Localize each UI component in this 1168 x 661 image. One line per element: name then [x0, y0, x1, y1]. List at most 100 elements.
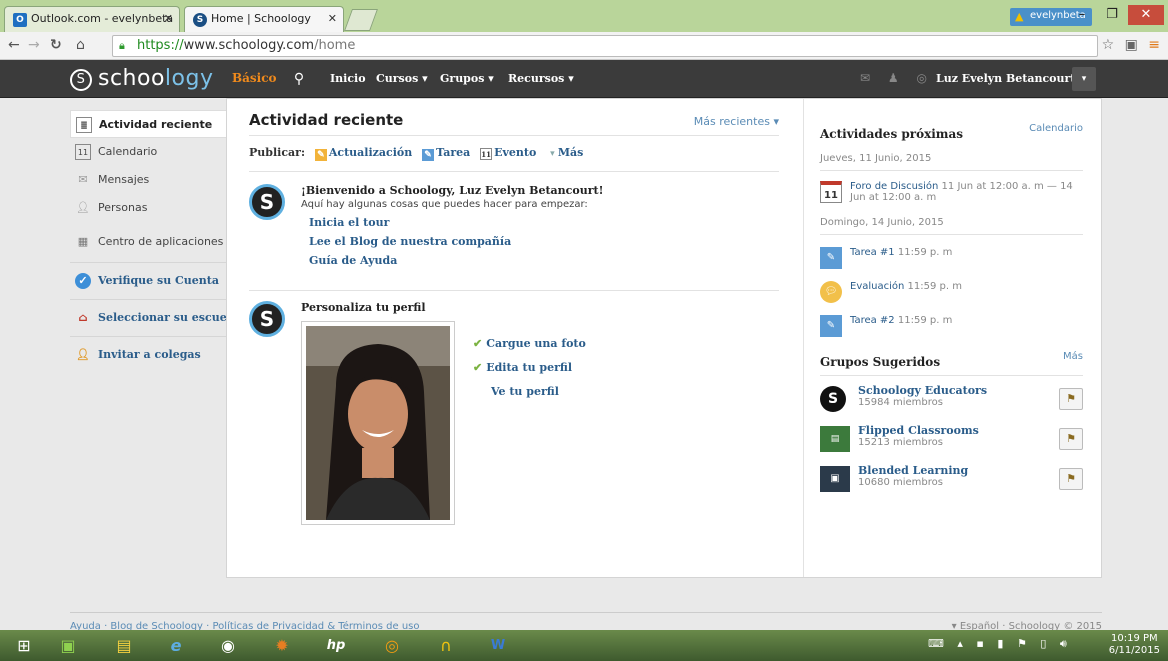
group-name[interactable]: Blended Learning	[858, 464, 1083, 477]
upcoming-event[interactable]: 11 Foro de Discusión 11 Jun at 12:00 a. …	[820, 181, 1083, 203]
group-name[interactable]: Schoology Educators	[858, 384, 1083, 397]
close-window-icon[interactable]: ✕	[1128, 5, 1164, 25]
tour-link[interactable]: Inicia el tour	[309, 216, 779, 229]
mode-label[interactable]: Básico	[226, 60, 285, 98]
file-explorer-icon[interactable]: ▤	[104, 632, 144, 659]
sidebar-item-invitar[interactable]: 👤︎ Invitar a colegas	[70, 341, 228, 369]
site-header: Sschoology Básico ⚲ Inicio Cursos ▾ Grup…	[0, 60, 1168, 98]
nav-recursos[interactable]: Recursos ▾	[508, 72, 574, 85]
hp-icon[interactable]: hp	[316, 632, 356, 659]
portrait-illustration	[306, 326, 450, 520]
url-field[interactable]: 🔒︎ https://www.schoology.com/home	[112, 35, 1098, 57]
join-group-button[interactable]: ⚑	[1059, 388, 1083, 410]
user-menu-chevron-icon[interactable]: ▾	[1072, 67, 1096, 91]
chrome-icon[interactable]: ◎	[372, 632, 412, 659]
word-icon[interactable]: W	[478, 632, 518, 659]
divider	[249, 290, 779, 291]
sidebar-item-escuela[interactable]: ⌂ Seleccionar su escuela	[70, 304, 238, 332]
forward-icon[interactable]: →	[28, 37, 40, 53]
back-icon[interactable]: ←	[8, 37, 20, 53]
store-icon[interactable]: ▣	[48, 632, 88, 659]
address-bar: ← → ↻ ⌂ 🔒︎ https://www.schoology.com/hom…	[0, 32, 1168, 60]
requests-icon[interactable]: ♟	[888, 71, 899, 85]
keyboard-icon[interactable]: ⌨	[928, 637, 944, 650]
bookmark-star-icon[interactable]: ☆	[1102, 37, 1115, 53]
sidebar-item-label: Verifique su Cuenta	[98, 274, 219, 287]
help-link[interactable]: Guía de Ayuda	[309, 254, 779, 267]
menu-icon[interactable]: ≡	[1148, 37, 1160, 53]
event-name[interactable]: Evaluación	[850, 281, 904, 292]
sidebar-item-calendario[interactable]: 11 Calendario	[70, 138, 228, 166]
media-icon[interactable]: ◉	[208, 632, 248, 659]
profile-photo[interactable]	[301, 321, 455, 525]
upload-photo-link[interactable]: ✔ Cargue una foto	[473, 337, 586, 350]
restore-icon[interactable]: ❐	[1098, 5, 1126, 25]
join-group-button[interactable]: ⚑	[1059, 428, 1083, 450]
main-panel: Actividad reciente Más recientes ▾ Publi…	[226, 98, 1102, 578]
signal-icon[interactable]: ▮	[997, 637, 1003, 650]
publish-more-button[interactable]: ▾ Más	[550, 146, 583, 159]
flag-icon[interactable]: ⚑	[1017, 637, 1027, 650]
group-name[interactable]: Flipped Classrooms	[858, 424, 1083, 437]
calendar-link[interactable]: Calendario	[1029, 123, 1083, 134]
internet-explorer-icon[interactable]: e	[156, 632, 196, 659]
sidebar-item-apps[interactable]: ▦ Centro de aplicaciones	[70, 228, 228, 256]
sidebar-item-label: Actividad reciente	[99, 118, 213, 131]
group-members: 10680 miembros	[858, 477, 943, 488]
network-icon[interactable]: ▪	[976, 637, 983, 650]
welcome-post: S ¡Bienvenido a Schoology, Luz Evelyn Be…	[249, 184, 779, 284]
blog-link[interactable]: Lee el Blog de nuestra compañía	[309, 235, 779, 248]
new-tab-button[interactable]	[343, 9, 379, 31]
sidebar-item-personas[interactable]: 👤︎ Personas	[70, 194, 228, 222]
event-name[interactable]: Tarea #1	[850, 247, 895, 258]
sidebar-item-mensajes[interactable]: ✉ Mensajes	[70, 166, 228, 194]
publish-event-button[interactable]: 11 Evento	[480, 146, 536, 160]
clock-time: 10:19 PM	[1111, 633, 1158, 644]
upcoming-event[interactable]: ✎ Tarea #2 11:59 p. m	[820, 315, 1083, 337]
close-tab-icon[interactable]: ✕	[328, 12, 337, 25]
sidebar-divider	[70, 336, 228, 337]
headphones-icon[interactable]: ∩	[426, 632, 466, 659]
nav-cursos[interactable]: Cursos ▾	[376, 72, 428, 85]
sort-dropdown[interactable]: Más recientes ▾	[694, 115, 779, 128]
nav-grupos[interactable]: Grupos ▾	[440, 72, 494, 85]
publish-update-button[interactable]: ✎ Actualización	[314, 146, 412, 161]
sidebar-item-verificar[interactable]: ✓ Verifique su Cuenta	[70, 267, 228, 295]
close-tab-icon[interactable]: ✕	[164, 12, 173, 25]
reload-icon[interactable]: ↻	[50, 37, 62, 53]
photo-app-icon[interactable]: ✹	[262, 632, 302, 659]
logo-s-icon: S	[70, 69, 92, 91]
upcoming-event[interactable]: 💬︎ Evaluación 11:59 p. m	[820, 281, 1083, 303]
profile-title: Personaliza tu perfil	[301, 301, 426, 314]
minimize-icon[interactable]: –	[1068, 5, 1096, 25]
join-group-button[interactable]: ⚑	[1059, 468, 1083, 490]
groups-more-link[interactable]: Más	[1063, 351, 1083, 362]
tab-outlook[interactable]: O Outlook.com - evelynbeta ✕	[4, 6, 180, 32]
view-profile-link[interactable]: Ve tu perfil	[473, 385, 586, 398]
browser-actions: ☆ ▣ ≡	[1096, 37, 1160, 53]
search-icon[interactable]: ⚲	[286, 66, 312, 92]
publish-assignment-button[interactable]: ✎ Tarea	[422, 146, 470, 161]
home-icon[interactable]: ⌂	[76, 37, 85, 53]
taskbar-clock[interactable]: 10:19 PM 6/11/2015	[1109, 633, 1160, 657]
translate-icon[interactable]: ▣	[1125, 37, 1138, 53]
event-time: 11:59 p. m	[897, 247, 953, 258]
upcoming-event[interactable]: ✎ Tarea #1 11:59 p. m	[820, 247, 1083, 269]
edit-profile-link[interactable]: ✔ Edita tu perfil	[473, 361, 586, 374]
schoology-icon: S	[193, 13, 207, 27]
tab-schoology[interactable]: S Home | Schoology ✕	[184, 6, 344, 32]
sidebar-item-actividad[interactable]: ≣ Actividad reciente	[70, 110, 228, 138]
event-name[interactable]: Foro de Discusión	[850, 181, 938, 192]
volume-icon[interactable]: 🔊︎	[1060, 637, 1067, 650]
divider	[249, 135, 779, 136]
windows-start-icon[interactable]: ⊞	[4, 632, 44, 659]
messages-icon[interactable]: ✉	[860, 71, 870, 85]
nav-inicio[interactable]: Inicio	[330, 72, 366, 85]
schoology-logo[interactable]: Sschoology	[70, 66, 213, 91]
chevron-up-icon[interactable]: ▴	[957, 637, 963, 650]
event-name[interactable]: Tarea #2	[850, 315, 895, 326]
book-icon: ▣	[820, 466, 850, 492]
battery-icon[interactable]: ▯	[1040, 637, 1046, 650]
notifications-icon[interactable]: ◎	[916, 71, 926, 85]
user-name[interactable]: Luz Evelyn Betancourt	[936, 72, 1075, 85]
